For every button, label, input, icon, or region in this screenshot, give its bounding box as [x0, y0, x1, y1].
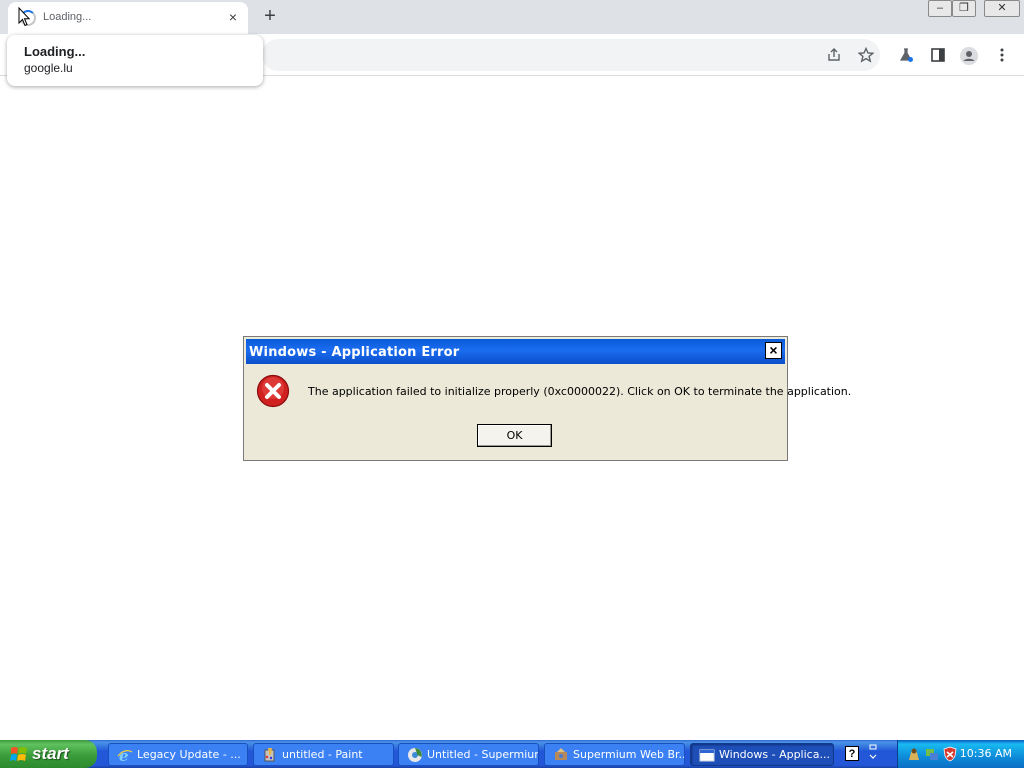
start-label: start: [32, 744, 69, 763]
error-icon: [256, 374, 290, 408]
address-bar[interactable]: [262, 39, 880, 71]
clock[interactable]: 10:36 AM: [960, 747, 1012, 760]
mouse-cursor-icon: [18, 7, 30, 27]
taskbar: start e Legacy Update - ... untitled - P…: [0, 740, 1024, 768]
hover-card-title: Loading...: [24, 44, 86, 59]
new-tab-button[interactable]: +: [260, 6, 280, 26]
labs-flask-icon[interactable]: [897, 47, 915, 65]
tab-title: Loading...: [43, 11, 92, 23]
dialog-title: Windows - Application Error: [249, 345, 460, 360]
taskbar-button-supermium-installer[interactable]: Supermium Web Br...: [544, 743, 685, 766]
installer-icon: [555, 748, 567, 760]
supermium-icon: [408, 748, 422, 762]
start-button[interactable]: start: [0, 740, 97, 768]
tray-user-icon[interactable]: [906, 746, 922, 762]
close-window-button[interactable]: ✕: [984, 0, 1020, 17]
svg-text:e: e: [119, 747, 129, 763]
tray-network-icon[interactable]: [924, 746, 940, 762]
task-label: Windows - Applica...: [719, 748, 830, 761]
security-shield-icon[interactable]: [942, 746, 958, 762]
quick-launch-arrows-icon[interactable]: [868, 744, 878, 762]
minimize-button[interactable]: –: [928, 0, 952, 17]
menu-kebab-icon[interactable]: [993, 47, 1011, 65]
application-error-dialog: Windows - Application Error × The applic…: [243, 336, 851, 461]
task-label: Legacy Update - ...: [137, 748, 241, 761]
side-panel-icon[interactable]: [929, 47, 947, 65]
ok-button[interactable]: OK: [477, 424, 552, 447]
dialog-titlebar[interactable]: Windows - Application Error ×: [246, 339, 785, 364]
help-icon[interactable]: ?: [845, 746, 859, 761]
paint-icon: [264, 748, 275, 762]
taskbar-button-application-error[interactable]: Windows - Applica...: [690, 743, 834, 766]
tab-hover-card: Loading... google.lu: [7, 35, 263, 86]
windows-logo-icon: [10, 747, 27, 761]
profile-avatar-icon[interactable]: [960, 47, 978, 65]
dialog-close-button[interactable]: ×: [765, 342, 782, 359]
task-label: Supermium Web Br...: [573, 748, 685, 761]
share-icon[interactable]: [825, 47, 843, 65]
task-label: Untitled - Supermium: [427, 748, 539, 761]
ie-icon: e: [117, 747, 133, 763]
system-tray: 10:36 AM: [897, 740, 1024, 768]
dialog-message: The application failed to initialize pro…: [308, 385, 852, 398]
restore-button[interactable]: ❐: [952, 0, 976, 17]
task-label: untitled - Paint: [282, 748, 363, 761]
screen: Loading... × + – ❐ ✕ Loading... google.l…: [0, 0, 1024, 768]
taskbar-button-paint[interactable]: untitled - Paint: [253, 743, 394, 766]
browser-tab[interactable]: Loading... ×: [8, 2, 248, 34]
window-icon: [699, 749, 715, 762]
hover-card-domain: google.lu: [24, 61, 73, 75]
taskbar-button-legacy-update[interactable]: e Legacy Update - ...: [108, 743, 248, 766]
browser-tabstrip: Loading... × + – ❐ ✕: [0, 0, 1024, 34]
bookmark-star-icon[interactable]: [857, 46, 875, 65]
taskbar-button-supermium[interactable]: Untitled - Supermium: [398, 743, 539, 766]
tab-close-icon[interactable]: ×: [225, 9, 241, 25]
